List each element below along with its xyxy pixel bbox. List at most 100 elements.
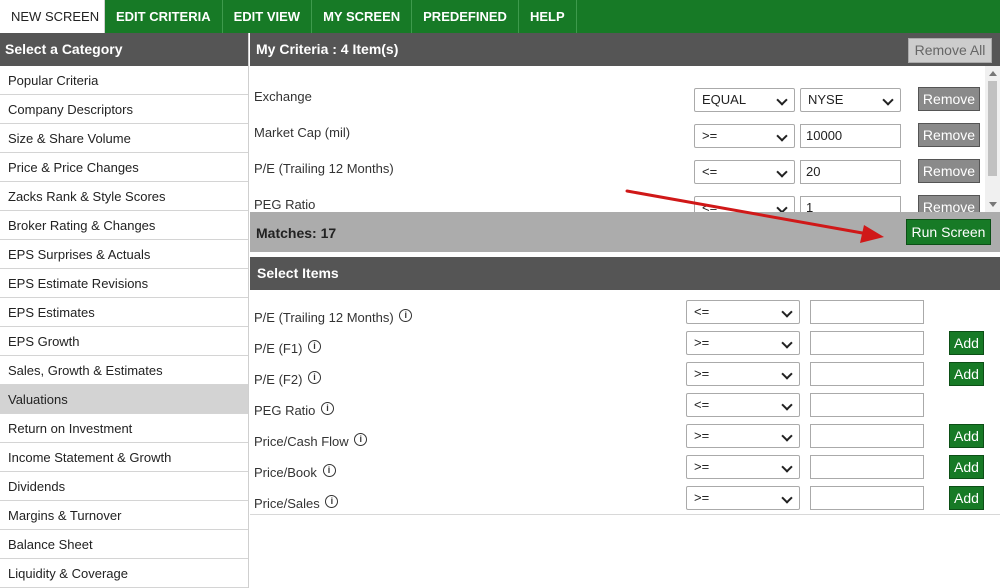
value-select[interactable]: NYSE <box>800 88 901 112</box>
criteria-label: PEG Ratio <box>254 197 316 212</box>
criteria-row: PEG Ratio <= 1 Remove <box>250 184 985 212</box>
category-item[interactable]: Sales, Growth & Estimates <box>0 356 248 385</box>
tab-predefined[interactable]: PREDEFINED <box>412 0 519 33</box>
scroll-down-icon[interactable] <box>989 202 997 207</box>
add-button[interactable]: Add <box>949 486 984 510</box>
top-nav: NEW SCREEN EDIT CRITERIA EDIT VIEW MY SC… <box>0 0 1000 33</box>
select-item-text: P/E (Trailing 12 Months) <box>254 310 394 325</box>
value-input[interactable]: 20 <box>800 160 901 184</box>
operator-select[interactable]: EQUAL <box>694 88 795 112</box>
criteria-header: My Criteria : 4 Item(s) Remove All <box>250 33 1000 66</box>
select-item-text: Price/Cash Flow <box>254 434 349 449</box>
select-item-label: Price/Book i <box>254 464 336 480</box>
operator-select[interactable]: <= <box>694 160 795 184</box>
add-button[interactable]: Add <box>949 424 984 448</box>
info-icon[interactable]: i <box>321 402 335 415</box>
sidebar-title: Select a Category <box>0 33 248 66</box>
matches-count: Matches: 17 <box>256 225 337 241</box>
criteria-scrollbar[interactable] <box>985 66 1000 212</box>
operator-select[interactable]: >= <box>686 331 800 355</box>
select-item-text: P/E (F1) <box>254 341 303 356</box>
select-item-row: PEG Ratio i <= <box>250 392 1000 423</box>
operator-select[interactable]: >= <box>686 455 800 479</box>
info-icon[interactable]: i <box>354 433 368 446</box>
category-item[interactable]: EPS Surprises & Actuals <box>0 240 248 269</box>
main-panel: My Criteria : 4 Item(s) Remove All Excha… <box>250 33 1000 588</box>
category-item[interactable]: Zacks Rank & Style Scores <box>0 182 248 211</box>
category-item[interactable]: Size & Share Volume <box>0 124 248 153</box>
criteria-label: Exchange <box>254 89 312 104</box>
tab-new-screen[interactable]: NEW SCREEN <box>0 0 105 33</box>
select-items-header: Select Items <box>250 257 1000 290</box>
add-button[interactable]: Add <box>949 455 984 479</box>
select-item-label: Price/Cash Flow i <box>254 433 368 449</box>
operator-select[interactable]: >= <box>686 486 800 510</box>
remove-all-button[interactable]: Remove All <box>908 38 992 63</box>
operator-select[interactable]: >= <box>686 424 800 448</box>
scroll-thumb[interactable] <box>988 81 997 176</box>
category-item[interactable]: Price & Price Changes <box>0 153 248 182</box>
tab-edit-view[interactable]: EDIT VIEW <box>223 0 313 33</box>
value-input[interactable]: 1 <box>800 196 901 212</box>
remove-button[interactable]: Remove <box>918 195 980 212</box>
info-icon[interactable]: i <box>308 340 322 353</box>
select-items-list: P/E (Trailing 12 Months) i <= P/E (F1) i… <box>250 290 1000 515</box>
select-item-row: Price/Cash Flow i >= Add <box>250 423 1000 454</box>
select-item-row: Price/Book i >= Add <box>250 454 1000 485</box>
value-input[interactable] <box>810 331 924 355</box>
scroll-up-icon[interactable] <box>989 71 997 76</box>
tab-my-screen[interactable]: MY SCREEN <box>312 0 413 33</box>
category-item[interactable]: EPS Estimate Revisions <box>0 269 248 298</box>
category-item[interactable]: EPS Estimates <box>0 298 248 327</box>
operator-select[interactable]: >= <box>686 362 800 386</box>
select-item-label: PEG Ratio i <box>254 402 335 418</box>
add-button[interactable]: Add <box>949 362 984 386</box>
category-item[interactable]: Liquidity & Coverage <box>0 559 248 588</box>
criteria-list: Exchange EQUAL NYSE Remove Market Cap (m… <box>250 66 1000 212</box>
select-item-text: PEG Ratio <box>254 403 316 418</box>
tab-edit-criteria[interactable]: EDIT CRITERIA <box>105 0 223 33</box>
criteria-title: My Criteria : 4 Item(s) <box>256 41 399 57</box>
remove-button[interactable]: Remove <box>918 159 980 183</box>
info-icon[interactable]: i <box>322 464 336 477</box>
select-item-label: P/E (Trailing 12 Months) i <box>254 309 413 325</box>
value-input[interactable]: 10000 <box>800 124 901 148</box>
remove-button[interactable]: Remove <box>918 87 980 111</box>
value-input[interactable] <box>810 393 924 417</box>
info-icon[interactable]: i <box>308 371 322 384</box>
category-item[interactable]: EPS Growth <box>0 327 248 356</box>
category-item[interactable]: Dividends <box>0 472 248 501</box>
category-item[interactable]: Company Descriptors <box>0 95 248 124</box>
select-item-row: Price/Sales i >= Add <box>250 485 1000 516</box>
run-screen-button[interactable]: Run Screen <box>906 219 991 245</box>
remove-button[interactable]: Remove <box>918 123 980 147</box>
select-item-text: Price/Book <box>254 465 317 480</box>
operator-select[interactable]: <= <box>686 300 800 324</box>
tab-help[interactable]: HELP <box>519 0 577 33</box>
category-item[interactable]: Broker Rating & Changes <box>0 211 248 240</box>
value-input[interactable] <box>810 424 924 448</box>
category-item[interactable]: Income Statement & Growth <box>0 443 248 472</box>
select-item-row: P/E (F1) i >= Add <box>250 330 1000 361</box>
criteria-label: Market Cap (mil) <box>254 125 351 140</box>
operator-select[interactable]: >= <box>694 124 795 148</box>
info-icon[interactable]: i <box>325 495 339 508</box>
select-item-text: P/E (F2) <box>254 372 303 387</box>
value-input[interactable] <box>810 300 924 324</box>
value-input[interactable] <box>810 486 924 510</box>
operator-select[interactable]: <= <box>694 196 795 212</box>
value-input[interactable] <box>810 455 924 479</box>
operator-select[interactable]: <= <box>686 393 800 417</box>
category-item-active[interactable]: Valuations <box>0 385 248 414</box>
category-item[interactable]: Balance Sheet <box>0 530 248 559</box>
info-icon[interactable]: i <box>399 309 413 322</box>
select-item-row: P/E (Trailing 12 Months) i <= <box>250 299 1000 330</box>
add-button[interactable]: Add <box>949 331 984 355</box>
category-item[interactable]: Popular Criteria <box>0 66 248 95</box>
matches-bar: Matches: 17 Run Screen <box>250 212 1000 252</box>
category-item[interactable]: Margins & Turnover <box>0 501 248 530</box>
select-item-text: Price/Sales <box>254 496 320 511</box>
value-input[interactable] <box>810 362 924 386</box>
category-item[interactable]: Return on Investment <box>0 414 248 443</box>
category-sidebar: Select a Category Popular Criteria Compa… <box>0 33 249 588</box>
